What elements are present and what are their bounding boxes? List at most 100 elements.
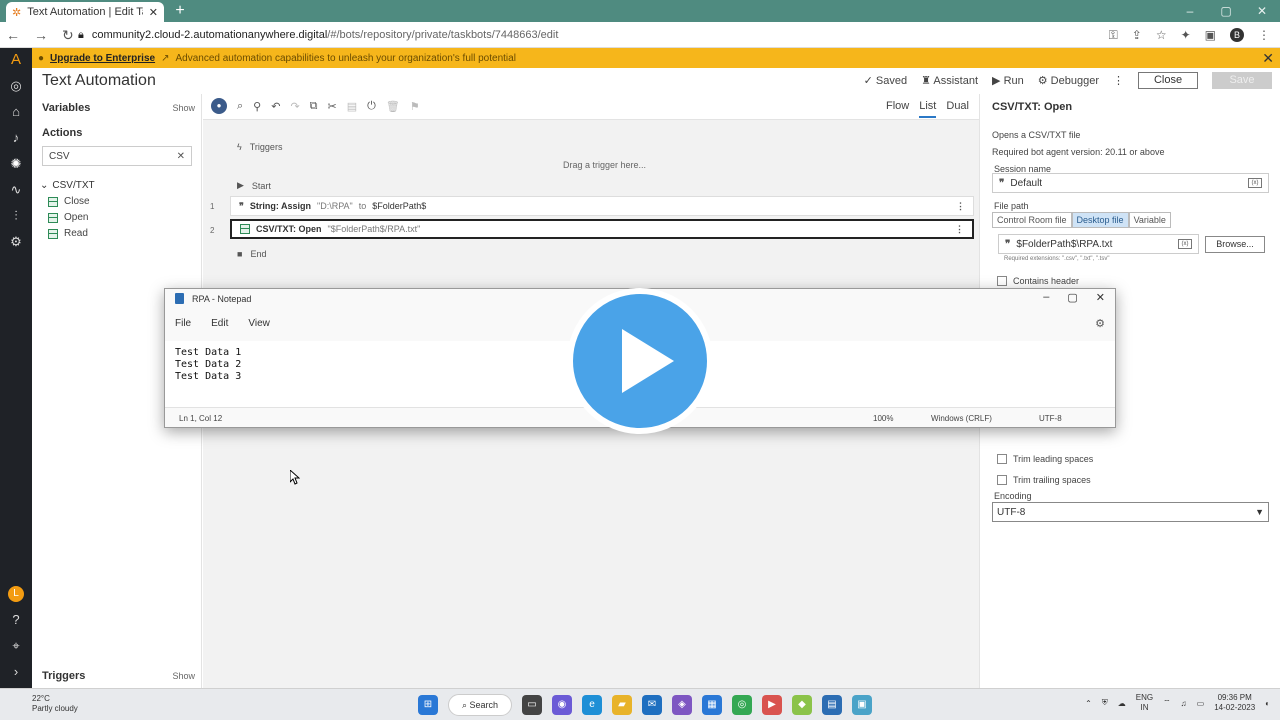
option-desktop-file[interactable]: Desktop file: [1071, 212, 1129, 228]
trim-trailing-checkbox[interactable]: Trim trailing spaces: [997, 475, 1091, 485]
action-menu-icon[interactable]: ⋮: [955, 224, 964, 235]
clock[interactable]: 09:36 PM 14-02-2023: [1214, 693, 1255, 713]
chrome-icon[interactable]: ◎: [732, 695, 752, 715]
expand-rail-icon[interactable]: ›: [8, 664, 24, 680]
wifi-icon[interactable]: ⌔: [1163, 698, 1171, 708]
key-icon[interactable]: ⚿: [1109, 28, 1118, 43]
tab-flow[interactable]: Flow: [886, 100, 909, 118]
search-icon[interactable]: ⚲: [253, 100, 261, 113]
triggers-show-link[interactable]: Show: [172, 671, 195, 681]
notifications-icon[interactable]: ◐: [1265, 699, 1270, 708]
run-button[interactable]: ▶ Run: [992, 74, 1024, 87]
browser-menu-icon[interactable]: ⋮: [1258, 28, 1270, 42]
find-icon[interactable]: ⌕: [237, 100, 243, 113]
home-icon[interactable]: ⌂: [8, 104, 24, 120]
new-tab-button[interactable]: +: [172, 3, 188, 19]
help-icon[interactable]: ?: [8, 612, 24, 628]
taskbar-search[interactable]: ⌕ Search: [448, 694, 512, 716]
clear-search-icon[interactable]: ✕: [177, 151, 185, 162]
save-button[interactable]: Save: [1212, 72, 1272, 89]
undo-icon[interactable]: ↶: [271, 100, 280, 113]
gear-icon[interactable]: ⚙: [1095, 317, 1105, 330]
forward-icon[interactable]: →: [34, 27, 48, 43]
language-indicator[interactable]: ENG IN: [1136, 693, 1153, 713]
delete-icon[interactable]: 🗑︎: [386, 100, 400, 113]
checkbox-box[interactable]: [997, 475, 1007, 485]
video-play-button[interactable]: [566, 287, 714, 435]
action-menu-icon[interactable]: ⋮: [956, 201, 965, 212]
tab-dual[interactable]: Dual: [946, 100, 969, 118]
profile-avatar[interactable]: B: [1230, 28, 1244, 42]
checkbox-box[interactable]: [997, 454, 1007, 464]
record-icon[interactable]: ●: [211, 98, 227, 114]
star-icon[interactable]: ☆: [1156, 28, 1167, 42]
upgrade-link[interactable]: Upgrade to Enterprise: [50, 53, 155, 64]
media-icon[interactable]: ▶: [762, 695, 782, 715]
close-window-icon[interactable]: ✕: [1244, 0, 1280, 22]
variables-show-link[interactable]: Show: [172, 103, 195, 113]
debugger-button[interactable]: ⚙ Debugger: [1038, 74, 1099, 87]
paste-icon[interactable]: ▤: [347, 100, 357, 113]
action-item-read[interactable]: Read: [48, 228, 88, 239]
insert-variable-icon[interactable]: (x): [1248, 178, 1262, 188]
enable-icon[interactable]: ⏻: [367, 100, 376, 113]
browse-button[interactable]: Browse...: [1205, 236, 1265, 253]
maximize-window-icon[interactable]: ▢: [1208, 0, 1244, 22]
mail-icon[interactable]: ✉: [642, 695, 662, 715]
menu-file[interactable]: File: [175, 318, 191, 329]
security-icon[interactable]: ⛨: [1102, 698, 1108, 708]
cloud-icon[interactable]: ☁: [1118, 699, 1126, 708]
encoding-select[interactable]: UTF-8 ▼: [992, 502, 1269, 522]
banner-close-icon[interactable]: ✕: [1262, 50, 1274, 67]
browser-tab[interactable]: ✲ Text Automation | Edit Task Bot | ✕: [6, 2, 164, 22]
trim-leading-checkbox[interactable]: Trim leading spaces: [997, 454, 1093, 464]
insert-variable-icon[interactable]: (x): [1178, 239, 1192, 249]
location-icon[interactable]: ⌖: [8, 638, 24, 654]
battery-icon[interactable]: ▭: [1197, 699, 1205, 708]
weather-widget[interactable]: 22°C Partly cloudy: [32, 694, 78, 714]
file-explorer-icon[interactable]: ▰: [612, 695, 632, 715]
more-options-icon[interactable]: ⋮: [1113, 74, 1124, 87]
explore-icon[interactable]: ◎: [8, 78, 24, 94]
action-item-open[interactable]: Open: [48, 212, 88, 223]
app-icon[interactable]: ◈: [672, 695, 692, 715]
close-tab-icon[interactable]: ✕: [149, 6, 158, 19]
action-csv-open[interactable]: CSV/TXT: Open "$FolderPath$/RPA.txt" ⋮: [230, 219, 974, 239]
bot-runner-icon[interactable]: ♪: [8, 130, 24, 146]
action-string-assign[interactable]: ❞ String: Assign "D:\RPA" to $FolderPath…: [230, 196, 974, 216]
tree-group-csv-txt[interactable]: ⌄ CSV/TXT: [40, 180, 95, 191]
volume-icon[interactable]: ♫: [1181, 699, 1187, 708]
session-name-input[interactable]: ❞ Default (x): [992, 173, 1269, 193]
notepad-taskbar-icon[interactable]: ▤: [822, 695, 842, 715]
chevron-up-icon[interactable]: ⌃: [1085, 699, 1092, 708]
file-path-input[interactable]: ❞ $FolderPath$\RPA.txt (x): [998, 234, 1199, 254]
back-icon[interactable]: ←: [6, 27, 20, 43]
actions-search-input[interactable]: CSV ✕: [42, 146, 192, 166]
option-control-room-file[interactable]: Control Room file: [992, 212, 1072, 228]
store-icon[interactable]: ▦: [702, 695, 722, 715]
menu-view[interactable]: View: [248, 318, 270, 329]
action-item-close[interactable]: Close: [48, 196, 90, 207]
user-avatar[interactable]: L: [8, 586, 24, 602]
minimize-icon[interactable]: –: [1043, 291, 1049, 304]
close-button[interactable]: Close: [1138, 72, 1198, 89]
automation-icon[interactable]: ✺: [8, 156, 24, 172]
assistant-button[interactable]: ♜ Assistant: [921, 74, 978, 87]
app-icon[interactable]: ▣: [852, 695, 872, 715]
variables-heading[interactable]: Variables: [42, 102, 90, 114]
edge-icon[interactable]: e: [582, 695, 602, 715]
copy-icon[interactable]: ⧉: [310, 100, 318, 113]
minimize-window-icon[interactable]: –: [1172, 0, 1208, 22]
reload-icon[interactable]: ↻: [62, 27, 74, 44]
cut-icon[interactable]: ✂: [328, 100, 337, 113]
maximize-icon[interactable]: ▢: [1067, 291, 1077, 304]
manage-icon[interactable]: ⫶: [8, 208, 24, 224]
activity-icon[interactable]: ∿: [8, 182, 24, 198]
actions-heading[interactable]: Actions: [42, 127, 82, 139]
option-variable[interactable]: Variable: [1128, 212, 1171, 228]
extensions-icon[interactable]: ✦: [1181, 28, 1191, 42]
sidepanel-icon[interactable]: ▣: [1205, 28, 1216, 42]
settings-icon[interactable]: ⚙: [8, 234, 24, 250]
app-icon[interactable]: ◆: [792, 695, 812, 715]
windows-start-icon[interactable]: ⊞: [418, 695, 438, 715]
